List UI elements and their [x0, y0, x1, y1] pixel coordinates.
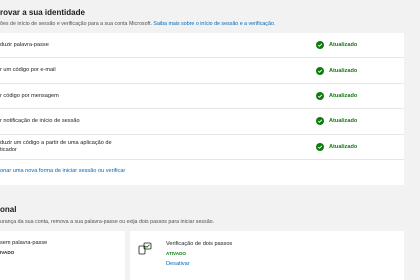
disable-two-step-link[interactable]: Desativar [166, 261, 190, 267]
check-circle-icon [316, 66, 324, 75]
identity-section-title: rovar a sua identidade [0, 8, 85, 17]
check-circle-icon [316, 117, 324, 126]
status-label: Atualizado [329, 92, 358, 99]
method-status: Atualizado [316, 41, 358, 50]
add-sign-in-method-link[interactable]: onar uma nova forma de iniciar sessão ou… [0, 168, 125, 174]
add-method-row: onar uma nova forma de iniciar sessão ou… [0, 160, 404, 185]
passwordless-account-card: sem palavra-passe IVADO [0, 231, 125, 280]
status-label: Atualizado [329, 118, 358, 125]
identity-section-description: ões de início de sessão e verificação pa… [0, 21, 275, 27]
two-step-verification-icon [138, 242, 152, 256]
status-label: Atualizado [329, 42, 358, 49]
method-row-sms-code[interactable]: r código por mensagem Atualizado [0, 84, 404, 110]
method-status: Atualizado [316, 117, 358, 126]
method-label: r um código por e-mail [0, 67, 56, 74]
method-label-line-1: duzir um código a partir de uma aplicaçã… [0, 139, 112, 146]
method-status: Atualizado [316, 91, 358, 100]
method-label: r notificação de início de sessão [0, 118, 80, 125]
two-step-verification-card: Verificação de dois passos ATIVADO Desat… [130, 231, 404, 280]
method-label: r código por mensagem [0, 92, 59, 99]
method-label: duzir palavra-passe [0, 42, 49, 48]
status-label: Atualizado [329, 143, 358, 150]
two-step-state: ATIVADO [166, 251, 186, 256]
passwordless-state: IVADO [0, 250, 15, 255]
identity-description-text: ões de início de sessão e verificação pa… [0, 21, 152, 27]
sign-in-methods-list: duzir palavra-passe Atualizado r um códi… [0, 33, 404, 185]
learn-more-link[interactable]: Saiba mais sobre o início de sessão e a … [153, 21, 275, 27]
method-status: Atualizado [316, 66, 358, 75]
check-circle-icon [316, 142, 324, 151]
check-circle-icon [316, 41, 324, 50]
passwordless-title: sem palavra-passe [0, 240, 48, 246]
additional-section-title: onal [0, 205, 17, 214]
additional-section-description: urança da sua conta, remova a sua palavr… [0, 219, 215, 225]
method-status: Atualizado [316, 142, 358, 151]
method-row-notification[interactable]: r notificação de início de sessão Atuali… [0, 109, 404, 135]
method-row-password[interactable]: duzir palavra-passe Atualizado [0, 33, 404, 59]
method-label-line-2: ticador [0, 146, 17, 153]
two-step-title: Verificação de dois passos [166, 241, 233, 247]
status-label: Atualizado [329, 67, 358, 74]
method-row-authenticator-app[interactable]: duzir um código a partir de uma aplicaçã… [0, 135, 404, 160]
check-circle-icon [316, 91, 324, 100]
method-row-email-code[interactable]: r um código por e-mail Atualizado [0, 58, 404, 84]
